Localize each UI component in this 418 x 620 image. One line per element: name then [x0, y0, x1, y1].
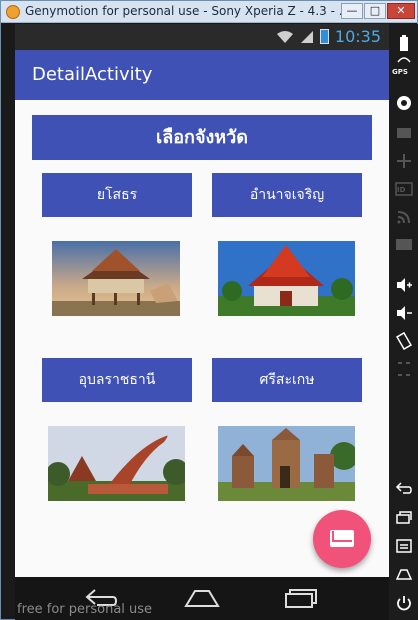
emulator-window: Genymotion for personal use - Sony Xperi… — [0, 0, 418, 620]
wifi-icon — [276, 30, 293, 43]
id-label: ID — [397, 186, 406, 194]
rotate-icon[interactable] — [395, 332, 413, 350]
province-button-ubon-ratchathani[interactable]: อุบลราชธานี — [42, 358, 192, 402]
personal-use-watermark: free for personal use — [17, 602, 153, 617]
naga-temple-photo[interactable] — [48, 426, 185, 501]
temple-stilt-house-photo[interactable] — [52, 241, 180, 316]
email-icon — [330, 530, 354, 547]
rss-widget-icon — [397, 211, 410, 224]
status-time: 10:35 — [334, 27, 381, 46]
close-button[interactable]: ✕ — [387, 3, 415, 19]
province-button-amnat-charoen[interactable]: อำนาจเจริญ — [212, 173, 362, 217]
sidebar-home-icon[interactable] — [395, 565, 413, 583]
app-bar: DetailActivity — [15, 50, 389, 100]
home-icon[interactable] — [183, 587, 221, 609]
power-icon[interactable] — [395, 594, 413, 612]
recent-apps-icon[interactable] — [283, 587, 319, 609]
select-province-button[interactable]: เลือกจังหวัด — [32, 115, 372, 160]
emulator-toolbar: GPS ID — [389, 24, 418, 620]
gps-widget-icon[interactable] — [395, 54, 413, 66]
province-button-sisaket[interactable]: ศรีสะเกษ — [212, 358, 362, 402]
genymotion-logo-icon — [6, 5, 20, 19]
volume-up-icon[interactable] — [395, 276, 413, 294]
pixel-perfect-icon — [398, 362, 410, 376]
sms-widget-icon — [396, 239, 412, 250]
video-widget-icon — [397, 128, 411, 138]
battery-widget-icon[interactable] — [395, 34, 413, 52]
dpad-widget-icon — [397, 154, 411, 168]
window-title: Genymotion for personal use - Sony Xperi… — [25, 4, 351, 18]
volume-down-icon[interactable] — [395, 304, 413, 322]
battery-icon — [319, 29, 329, 44]
phone-screen: 10:35 DetailActivity เลือกจังหวัด ยโสธร … — [15, 24, 389, 620]
signal-icon — [300, 30, 313, 43]
sidebar-menu-icon[interactable] — [395, 537, 413, 555]
window-titlebar: Genymotion for personal use - Sony Xperi… — [1, 1, 417, 23]
khmer-ruins-photo[interactable] — [218, 426, 355, 501]
gps-label: GPS — [392, 68, 408, 76]
sidebar-recent-icon[interactable] — [395, 509, 413, 527]
email-fab-button[interactable] — [313, 510, 371, 568]
main-content: เลือกจังหวัด ยโสธร อำนาจเจริญ อุบลราชธาน… — [15, 100, 389, 577]
sidebar-back-icon[interactable] — [395, 479, 413, 497]
province-button-yasothon[interactable]: ยโสธร — [42, 173, 192, 217]
maximize-button[interactable]: □ — [364, 3, 386, 19]
status-bar: 10:35 — [15, 24, 389, 50]
android-nav-bar: free for personal use — [15, 577, 389, 620]
app-title: DetailActivity — [32, 64, 153, 85]
red-temple-photo[interactable] — [218, 241, 355, 316]
camera-widget-icon[interactable] — [395, 94, 413, 112]
minimize-button[interactable]: — — [341, 3, 363, 19]
